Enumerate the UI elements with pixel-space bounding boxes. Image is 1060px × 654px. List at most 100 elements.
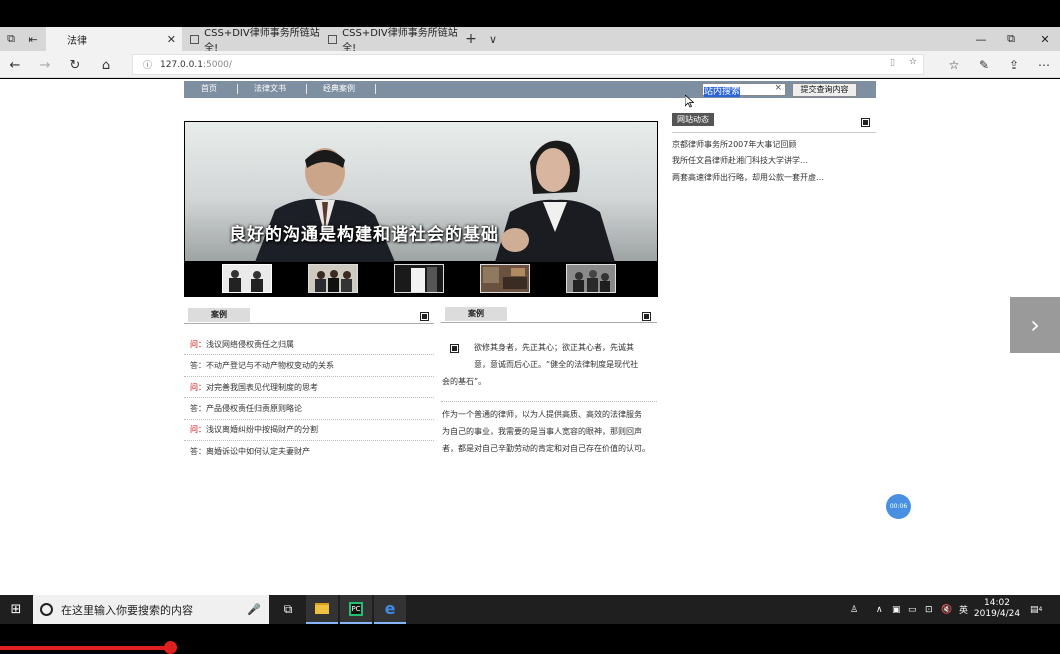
thumbnail-image bbox=[309, 265, 357, 292]
ime-indicator[interactable]: 英 bbox=[959, 595, 968, 624]
forward-arrow-icon[interactable]: → bbox=[34, 54, 56, 76]
banner-caption: 良好的沟通是构建和谐社会的基础 bbox=[229, 225, 499, 245]
file-explorer-icon[interactable] bbox=[306, 595, 338, 624]
restore-icon[interactable]: ⧉ bbox=[996, 27, 1026, 51]
minimize-icon[interactable]: — bbox=[966, 27, 996, 51]
motto-line: 意，意诚而后心正。“健全的法律制度是现代社 bbox=[474, 360, 639, 369]
page-icon bbox=[190, 34, 200, 44]
tray-app-icon[interactable]: ▣ bbox=[892, 595, 901, 624]
case-prefix: 问： bbox=[190, 340, 206, 349]
motto-line: 欲修其身者，先正其心；欲正其心者，先诚其 bbox=[474, 343, 634, 352]
site-nav-bar: 首页 法律文书 经典案例 站内搜索 × 提交查询内容 bbox=[184, 81, 876, 98]
clear-icon[interactable]: × bbox=[774, 83, 782, 93]
browser-toolbar: ← → ↻ ⌂ ⓘ 127.0.0.1:5000/ ▯ ☆ ☆ ✎ ⇪ ⋯ bbox=[0, 51, 1060, 78]
cases-header[interactable]: 案例 bbox=[188, 308, 250, 322]
reading-view-icon[interactable]: ▯ bbox=[890, 58, 895, 68]
action-center-icon[interactable]: ▤ 4 bbox=[1030, 595, 1042, 624]
site-search-input[interactable]: 站内搜索 × bbox=[702, 83, 786, 97]
case-item[interactable]: 答：不动产登记与不动产物权变动的关系 bbox=[190, 360, 434, 371]
clock-date: 2019/4/24 bbox=[973, 609, 1021, 619]
nav-home[interactable]: 首页 bbox=[201, 83, 217, 94]
screen: ⧉ ⇤ 法律 ✕ CSS+DIV律师事务所链站全! CSS+DIV律师事务所链站… bbox=[0, 0, 1060, 654]
new-tab-button[interactable]: + bbox=[460, 27, 482, 51]
thumbnail-3[interactable] bbox=[394, 264, 444, 293]
tab-title: CSS+DIV律师事务所链站全! bbox=[342, 28, 458, 54]
task-view-icon[interactable]: ⧉ bbox=[272, 595, 304, 624]
volume-muted-icon[interactable]: 🔇 bbox=[941, 595, 952, 624]
case-divider bbox=[184, 354, 434, 355]
close-window-icon[interactable]: ✕ bbox=[1030, 27, 1060, 51]
news-item[interactable]: 京都律师事务所2007年大事记回顾 bbox=[672, 139, 796, 150]
tab-falv[interactable]: 法律 ✕ bbox=[46, 27, 182, 51]
windows-start-icon[interactable]: ⊞ bbox=[0, 595, 32, 624]
case-title: 产品侵权责任归责原则略论 bbox=[206, 404, 302, 413]
people-icon[interactable]: ♙ bbox=[850, 595, 858, 624]
back-arrow-icon[interactable]: ← bbox=[4, 54, 26, 76]
news-item[interactable]: 我所任文昌律师赴湘门科技大学讲学… bbox=[672, 155, 808, 166]
close-box-icon[interactable] bbox=[642, 312, 651, 321]
share-icon[interactable]: ⇪ bbox=[1003, 54, 1025, 76]
page-icon bbox=[328, 34, 338, 44]
case-item[interactable]: 答：离婚诉讼中如何认定夫妻财产 bbox=[190, 446, 434, 457]
statement-line: 为自己的事业，我需要的是当事人宽容的眼神，那则回声 bbox=[442, 427, 642, 436]
browser-tab-bar: ⧉ ⇤ 法律 ✕ CSS+DIV律师事务所链站全! CSS+DIV律师事务所链站… bbox=[0, 27, 1060, 54]
microphone-icon[interactable]: 🎤 bbox=[247, 603, 261, 616]
case-item[interactable]: 问：对完善我国表见代理制度的思考 bbox=[190, 382, 434, 393]
nav-classic-cases[interactable]: 经典案例 bbox=[323, 83, 355, 94]
recorder-timer[interactable]: 00:06 bbox=[886, 494, 911, 519]
header-divider bbox=[184, 323, 434, 324]
close-box-icon[interactable] bbox=[861, 118, 870, 127]
close-tab-icon[interactable]: ✕ bbox=[167, 33, 176, 46]
case-prefix: 问： bbox=[190, 383, 206, 392]
pycharm-icon[interactable]: PC bbox=[340, 595, 372, 624]
case-title: 离婚诉讼中如何认定夫妻财产 bbox=[206, 447, 310, 456]
thumbnail-5[interactable] bbox=[566, 264, 616, 293]
favorites-icon[interactable]: ☆ bbox=[943, 54, 965, 76]
tab-title: CSS+DIV律师事务所链站全! bbox=[204, 28, 320, 54]
thumbnail-1[interactable] bbox=[222, 264, 272, 293]
case-item[interactable]: 答：产品侵权责任归责原则略论 bbox=[190, 403, 434, 414]
nav-legal-docs[interactable]: 法律文书 bbox=[254, 83, 286, 94]
case-divider bbox=[184, 397, 434, 398]
case-item[interactable]: 问：浅议网络侵权责任之归属 bbox=[190, 339, 434, 350]
url-host: 127.0.0.1 bbox=[160, 59, 203, 70]
mouse-cursor-icon bbox=[685, 95, 694, 108]
cases-header-2[interactable]: 案例 bbox=[445, 307, 507, 321]
tray-chevron-icon[interactable]: ∧ bbox=[876, 595, 883, 624]
battery-icon[interactable]: ▭ bbox=[908, 595, 917, 624]
thumbnail-4[interactable] bbox=[480, 264, 530, 293]
tab-css-div-1[interactable]: CSS+DIV律师事务所链站全! bbox=[182, 27, 320, 54]
tab-list-chevron-icon[interactable]: ∨ bbox=[482, 27, 504, 51]
tab-actions-icon[interactable]: ⧉ bbox=[0, 27, 22, 51]
system-clock[interactable]: 14:02 2019/4/24 bbox=[972, 598, 1022, 620]
more-icon[interactable]: ⋯ bbox=[1033, 54, 1055, 76]
web-page: 首页 法律文书 经典案例 站内搜索 × 提交查询内容 良好的沟通是构建和谐社会的… bbox=[0, 79, 1060, 595]
case-title: 不动产登记与不动产物权变动的关系 bbox=[206, 361, 334, 370]
tab-title: 法律 bbox=[67, 35, 87, 47]
taskbar-search-box[interactable]: 在这里输入你要搜索的内容 🎤 bbox=[33, 595, 269, 624]
edge-browser-icon[interactable]: e bbox=[374, 595, 406, 624]
network-icon[interactable]: ⊡ bbox=[925, 595, 933, 624]
case-title: 浅议网络侵权责任之归属 bbox=[206, 340, 294, 349]
news-item[interactable]: 两套高速律师出行略，却用公款一套开虚… bbox=[672, 172, 824, 183]
thumbnail-2[interactable] bbox=[308, 264, 358, 293]
next-arrow-icon[interactable]: › bbox=[1010, 297, 1060, 353]
home-icon[interactable]: ⌂ bbox=[95, 54, 117, 76]
search-input-value: 站内搜索 bbox=[704, 87, 741, 97]
recording-progress-bar[interactable] bbox=[0, 646, 170, 650]
section-divider bbox=[441, 401, 657, 402]
tab-css-div-2[interactable]: CSS+DIV律师事务所链站全! bbox=[320, 27, 458, 54]
taskbar-search-placeholder: 在这里输入你要搜索的内容 bbox=[61, 603, 193, 617]
favorite-star-icon[interactable]: ☆ bbox=[909, 57, 917, 67]
set-tabs-aside-icon[interactable]: ⇤ bbox=[22, 27, 44, 51]
address-bar[interactable]: ⓘ 127.0.0.1:5000/ ▯ ☆ bbox=[132, 54, 924, 75]
pen-icon[interactable]: ✎ bbox=[973, 54, 995, 76]
case-title: 对完善我国表见代理制度的思考 bbox=[206, 383, 318, 392]
search-submit-button[interactable]: 提交查询内容 bbox=[792, 83, 857, 97]
refresh-icon[interactable]: ↻ bbox=[64, 54, 86, 76]
statement-line: 者，都是对自己辛勤劳动的肯定和对自己存在价值的认可。 bbox=[442, 444, 650, 453]
case-item[interactable]: 问：浅议离婚纠纷中按揭财产的分割 bbox=[190, 424, 434, 435]
close-box-icon[interactable] bbox=[420, 312, 429, 321]
progress-handle[interactable] bbox=[164, 641, 177, 654]
nav-divider bbox=[375, 84, 376, 94]
